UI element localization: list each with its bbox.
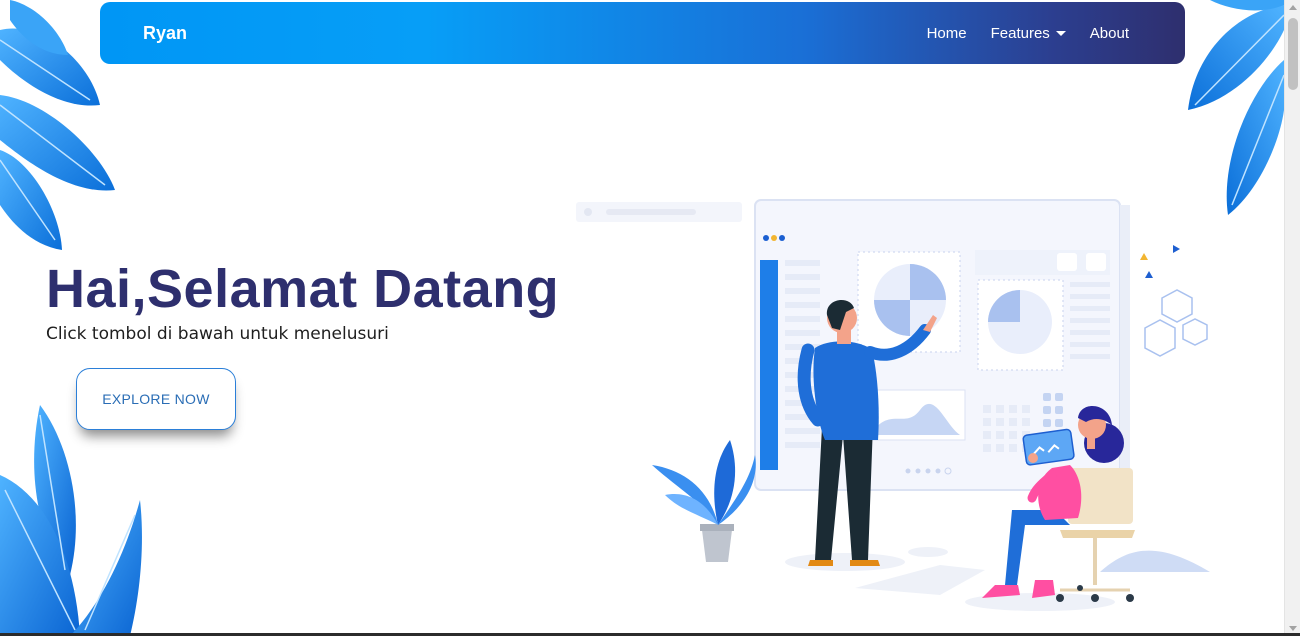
leaf-decoration-top-right <box>1188 0 1284 215</box>
scroll-thumb[interactable] <box>1288 18 1298 90</box>
phone-icon <box>1057 253 1077 271</box>
leaf-decoration-bottom-left <box>0 405 142 636</box>
hero-illustration <box>652 199 1210 611</box>
nav-link-home[interactable]: Home <box>927 25 967 42</box>
scroll-up-icon[interactable] <box>1289 5 1297 10</box>
hero-subtitle: Click tombol di bawah untuk menelusuri <box>46 324 389 344</box>
nav-link-features-label: Features <box>990 24 1050 42</box>
vertical-scrollbar[interactable] <box>1284 0 1300 636</box>
chevron-down-icon <box>1055 30 1066 36</box>
brand-logo[interactable]: Ryan <box>143 23 187 44</box>
nav-links: Home Features About <box>927 25 1129 42</box>
page: Ryan Home Features About Hai,Selamat Dat… <box>0 0 1284 636</box>
hero-title: Hai,Selamat Datang <box>46 259 560 319</box>
nav-link-features[interactable]: Features <box>991 25 1066 42</box>
ghost-dot <box>584 208 592 216</box>
scroll-down-icon[interactable] <box>1289 626 1297 631</box>
potted-plant <box>652 440 756 562</box>
nav-link-about[interactable]: About <box>1090 25 1129 42</box>
explore-now-button[interactable]: EXPLORE NOW <box>76 368 236 430</box>
chat-icon <box>1086 253 1106 271</box>
navbar: Ryan Home Features About <box>100 2 1185 64</box>
